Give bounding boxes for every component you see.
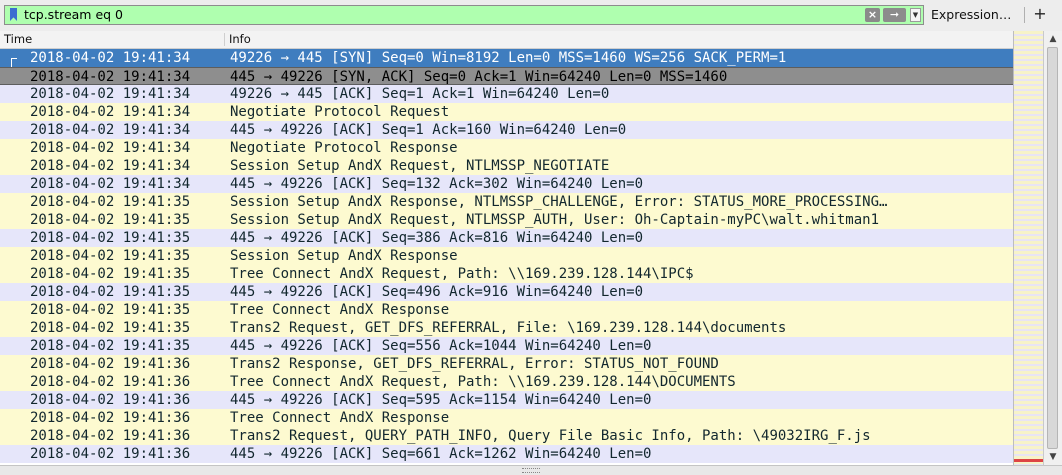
packet-info: Tree Connect AndX Response bbox=[230, 410, 450, 426]
packet-row[interactable]: 2018-04-02 19:41:35 445 → 49226 [ACK] Seq… bbox=[0, 337, 1013, 355]
packet-list: Time Info 2018-04-02 19:41:34 49226 → 445… bbox=[0, 31, 1013, 465]
packet-info: 445 → 49226 [ACK] Seq=661 Ack=1262 Win=6… bbox=[230, 446, 652, 462]
packet-time: 2018-04-02 19:41:34 bbox=[30, 122, 191, 138]
column-header-time[interactable]: Time bbox=[4, 31, 32, 48]
packet-info: 445 → 49226 [ACK] Seq=1 Ack=160 Win=6424… bbox=[230, 122, 627, 138]
vertical-scrollbar[interactable]: ▲ ▼ bbox=[1043, 31, 1062, 465]
packet-time: 2018-04-02 19:41:36 bbox=[30, 392, 191, 408]
packet-info: 49226 → 445 [SYN] Seq=0 Win=8192 Len=0 M… bbox=[230, 50, 787, 66]
display-filter-field[interactable]: × ➞ ▼ bbox=[4, 5, 924, 25]
packet-row[interactable]: 2018-04-02 19:41:36 445 → 49226 [ACK] Seq… bbox=[0, 445, 1013, 463]
packet-time: 2018-04-02 19:41:35 bbox=[30, 320, 191, 336]
packet-time: 2018-04-02 19:41:34 bbox=[30, 50, 191, 66]
packet-info: 49226 → 445 [ACK] Seq=1 Ack=1 Win=64240 … bbox=[230, 86, 610, 102]
packet-info: Tree Connect AndX Response bbox=[230, 302, 450, 318]
scroll-thumb[interactable] bbox=[1047, 47, 1058, 449]
packet-row[interactable]: 2018-04-02 19:41:34 445 → 49226 [SYN, ACK… bbox=[0, 67, 1013, 85]
packet-row[interactable]: 2018-04-02 19:41:34 445 → 49226 [ACK] Seq… bbox=[0, 121, 1013, 139]
packet-time: 2018-04-02 19:41:34 bbox=[30, 69, 191, 85]
packet-row[interactable]: 2018-04-02 19:41:35 445 → 49226 [ACK] Seq… bbox=[0, 229, 1013, 247]
packet-time: 2018-04-02 19:41:35 bbox=[30, 284, 191, 300]
packet-list-header: Time Info bbox=[0, 31, 1013, 49]
packet-time: 2018-04-02 19:41:36 bbox=[30, 374, 191, 390]
packet-info: 445 → 49226 [ACK] Seq=595 Ack=1154 Win=6… bbox=[230, 392, 652, 408]
packet-info: Trans2 Request, QUERY_PATH_INFO, Query F… bbox=[230, 428, 871, 444]
splitter-grip[interactable] bbox=[522, 468, 540, 473]
packet-row[interactable]: 2018-04-02 19:41:35 445 → 49226 [ACK] Seq… bbox=[0, 283, 1013, 301]
display-filter-input[interactable] bbox=[24, 6, 853, 24]
packet-info: Session Setup AndX Request, NTLMSSP_AUTH… bbox=[230, 212, 880, 228]
packet-info: 445 → 49226 [ACK] Seq=386 Ack=816 Win=64… bbox=[230, 230, 644, 246]
packet-time: 2018-04-02 19:41:35 bbox=[30, 194, 191, 210]
packet-time: 2018-04-02 19:41:36 bbox=[30, 428, 191, 444]
packet-info: 445 → 49226 [ACK] Seq=132 Ack=302 Win=64… bbox=[230, 176, 644, 192]
packet-row[interactable]: 2018-04-02 19:41:36 Tree Connect AndX Req… bbox=[0, 373, 1013, 391]
packet-info: 445 → 49226 [ACK] Seq=496 Ack=916 Win=64… bbox=[230, 284, 644, 300]
packet-time: 2018-04-02 19:41:36 bbox=[30, 356, 191, 372]
chevron-down-icon[interactable]: ▼ bbox=[910, 8, 921, 22]
packet-row[interactable]: 2018-04-02 19:41:35 Session Setup AndX Re… bbox=[0, 211, 1013, 229]
packet-row[interactable]: 2018-04-02 19:41:35 Session Setup AndX Re… bbox=[0, 247, 1013, 265]
packet-time: 2018-04-02 19:41:35 bbox=[30, 266, 191, 282]
packet-row[interactable]: 2018-04-02 19:41:36 Tree Connect AndX Res… bbox=[0, 409, 1013, 427]
display-filter-toolbar: × ➞ ▼ Expression… + bbox=[0, 0, 1062, 32]
packet-time: 2018-04-02 19:41:35 bbox=[30, 212, 191, 228]
packet-info: Trans2 Request, GET_DFS_REFERRAL, File: … bbox=[230, 320, 787, 336]
packet-row[interactable]: 2018-04-02 19:41:34 Negotiate Protocol Re… bbox=[0, 103, 1013, 121]
packet-info: Negotiate Protocol Response bbox=[230, 140, 458, 156]
packet-minimap[interactable] bbox=[1013, 31, 1043, 465]
packet-row[interactable]: 2018-04-02 19:41:35 Tree Connect AndX Req… bbox=[0, 265, 1013, 283]
packet-info: Negotiate Protocol Request bbox=[230, 104, 450, 120]
packet-info: 445 → 49226 [ACK] Seq=556 Ack=1044 Win=6… bbox=[230, 338, 652, 354]
packet-row[interactable]: 2018-04-02 19:41:34 445 → 49226 [ACK] Seq… bbox=[0, 175, 1013, 193]
packet-time: 2018-04-02 19:41:34 bbox=[30, 86, 191, 102]
packet-time: 2018-04-02 19:41:34 bbox=[30, 140, 191, 156]
packet-info: Tree Connect AndX Request, Path: \\169.2… bbox=[230, 266, 694, 282]
packet-info: Tree Connect AndX Request, Path: \\169.2… bbox=[230, 374, 736, 390]
packet-time: 2018-04-02 19:41:35 bbox=[30, 248, 191, 264]
packet-time: 2018-04-02 19:41:35 bbox=[30, 230, 191, 246]
packet-row[interactable]: 2018-04-02 19:41:34 Negotiate Protocol Re… bbox=[0, 139, 1013, 157]
packet-row[interactable]: 2018-04-02 19:41:35 Tree Connect AndX Res… bbox=[0, 301, 1013, 319]
column-divider[interactable] bbox=[224, 33, 225, 46]
add-filter-button[interactable]: + bbox=[1033, 4, 1047, 24]
minimap-position-marker bbox=[1014, 459, 1043, 462]
packet-time: 2018-04-02 19:41:34 bbox=[30, 104, 191, 120]
related-packet-bracket-icon bbox=[11, 58, 17, 67]
packet-row[interactable]: 2018-04-02 19:41:35 Trans2 Request, GET_D… bbox=[0, 319, 1013, 337]
packet-info: Session Setup AndX Response, NTLMSSP_CHA… bbox=[230, 194, 888, 210]
toolbar-separator bbox=[1024, 7, 1025, 23]
packet-time: 2018-04-02 19:41:36 bbox=[30, 410, 191, 426]
packet-rows: 2018-04-02 19:41:34 49226 → 445 [SYN] Seq… bbox=[0, 49, 1013, 463]
packet-row[interactable]: 2018-04-02 19:41:35 Session Setup AndX Re… bbox=[0, 193, 1013, 211]
packet-row[interactable]: 2018-04-02 19:41:34 49226 → 445 [ACK] Seq… bbox=[0, 85, 1013, 103]
packet-time: 2018-04-02 19:41:35 bbox=[30, 302, 191, 318]
packet-info: Session Setup AndX Request, NTLMSSP_NEGO… bbox=[230, 158, 610, 174]
packet-info: Trans2 Response, GET_DFS_REFERRAL, Error… bbox=[230, 356, 719, 372]
packet-row[interactable]: 2018-04-02 19:41:34 49226 → 445 [SYN] Seq… bbox=[0, 49, 1013, 67]
packet-time: 2018-04-02 19:41:34 bbox=[30, 158, 191, 174]
scroll-down-arrow-icon[interactable]: ▼ bbox=[1047, 451, 1059, 463]
scroll-up-arrow-icon[interactable]: ▲ bbox=[1047, 33, 1059, 45]
column-header-info[interactable]: Info bbox=[229, 31, 251, 48]
expression-button[interactable]: Expression… bbox=[931, 6, 1011, 24]
packet-row[interactable]: 2018-04-02 19:41:36 Trans2 Response, GET_… bbox=[0, 355, 1013, 373]
packet-time: 2018-04-02 19:41:34 bbox=[30, 176, 191, 192]
packet-info: Session Setup AndX Response bbox=[230, 248, 458, 264]
packet-row[interactable]: 2018-04-02 19:41:36 Trans2 Request, QUERY… bbox=[0, 427, 1013, 445]
packet-row[interactable]: 2018-04-02 19:41:36 445 → 49226 [ACK] Seq… bbox=[0, 391, 1013, 409]
clear-x-icon[interactable]: × bbox=[865, 8, 880, 22]
packet-info: 445 → 49226 [SYN, ACK] Seq=0 Ack=1 Win=6… bbox=[230, 69, 728, 85]
bookmark-icon[interactable] bbox=[10, 8, 17, 21]
packet-row[interactable]: 2018-04-02 19:41:34 Session Setup AndX Re… bbox=[0, 157, 1013, 175]
packet-time: 2018-04-02 19:41:35 bbox=[30, 338, 191, 354]
arrow-right-icon[interactable]: ➞ bbox=[883, 8, 906, 22]
packet-time: 2018-04-02 19:41:36 bbox=[30, 446, 191, 462]
